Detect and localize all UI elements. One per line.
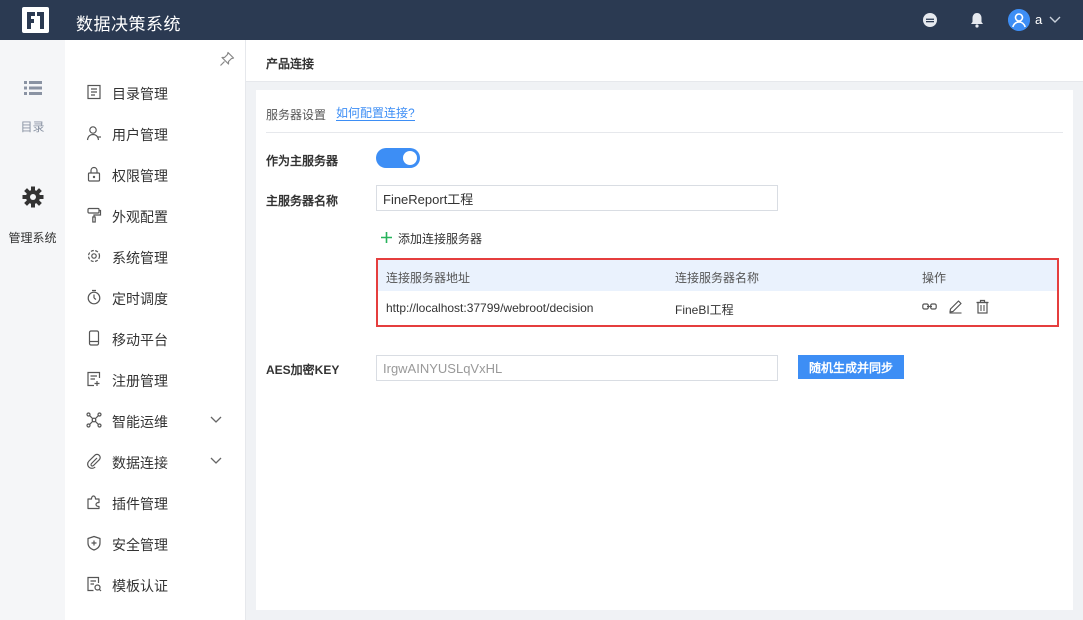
column-actions: 操作 [922, 271, 947, 285]
page-header: 产品连接 [246, 40, 1083, 82]
sidebar: 目录管理 用户管理 权限管理 外观配置 系统管理 定时调度 移动平台 注册管理 … [65, 40, 246, 620]
left-rail: 目录 管理系统 [0, 40, 65, 620]
main-content: 产品连接 服务器设置 如何配置连接? 作为主服务器 主服务器名称 添加连接服务器… [246, 40, 1083, 620]
sidebar-item-catalog[interactable]: 目录管理 [65, 72, 246, 113]
pin-icon[interactable] [219, 51, 235, 67]
sidebar-item-schedule[interactable]: 定时调度 [65, 277, 246, 318]
lock-icon [87, 166, 101, 182]
chevron-down-icon[interactable] [1048, 14, 1062, 26]
sidebar-item-label: 模板认证 [112, 578, 168, 594]
help-link[interactable]: 如何配置连接? [336, 106, 415, 121]
shield-icon [87, 535, 101, 551]
sidebar-item-permissions[interactable]: 权限管理 [65, 154, 246, 195]
network-icon [86, 412, 102, 428]
gear-icon [22, 186, 43, 208]
settings-panel: 服务器设置 如何配置连接? 作为主服务器 主服务器名称 添加连接服务器 连接服务… [256, 90, 1073, 610]
plus-icon [381, 232, 392, 243]
rail-label: 管理系统 [8, 231, 57, 245]
sidebar-item-label: 权限管理 [112, 168, 168, 184]
sidebar-item-label: 注册管理 [112, 373, 168, 389]
sidebar-item-label: 系统管理 [112, 250, 168, 266]
stopwatch-icon [87, 289, 101, 305]
sidebar-item-plugins[interactable]: 插件管理 [65, 482, 246, 523]
app-title: 数据决策系统 [76, 15, 181, 34]
sidebar-item-label: 定时调度 [112, 291, 168, 307]
edit-icon[interactable] [948, 299, 963, 314]
chevron-down-icon[interactable] [209, 455, 223, 467]
server-table: 连接服务器地址 连接服务器名称 操作 http://localhost:3779… [376, 258, 1059, 327]
sidebar-item-register[interactable]: 注册管理 [65, 359, 246, 400]
section-title: 服务器设置 [266, 108, 327, 122]
paint-roller-icon [87, 207, 102, 223]
mobile-icon [88, 330, 100, 346]
sidebar-item-users[interactable]: 用户管理 [65, 113, 246, 154]
sidebar-item-label: 目录管理 [112, 86, 168, 102]
sidebar-item-template-auth[interactable]: 模板认证 [65, 564, 246, 605]
minus-circle-icon[interactable] [921, 11, 939, 29]
user-icon [86, 126, 101, 141]
sidebar-item-ops[interactable]: 智能运维 [65, 400, 246, 441]
sidebar-item-appearance[interactable]: 外观配置 [65, 195, 246, 236]
column-name: 连接服务器名称 [675, 271, 760, 285]
rail-label: 目录 [20, 120, 45, 134]
page-title: 产品连接 [266, 57, 315, 71]
top-bar: 数据决策系统 a [0, 0, 1083, 40]
server-address: http://localhost:37799/webroot/decision [386, 301, 594, 315]
bell-icon[interactable] [968, 11, 986, 29]
rail-item-catalog[interactable]: 目录 [0, 78, 65, 135]
aes-key-input[interactable] [376, 355, 778, 381]
register-icon [87, 371, 101, 387]
sidebar-item-label: 外观配置 [112, 209, 168, 225]
list-icon [23, 81, 42, 95]
paperclip-icon [87, 453, 101, 469]
sidebar-item-label: 移动平台 [112, 332, 168, 348]
app-logo-icon[interactable] [22, 7, 49, 33]
sidebar-item-label: 插件管理 [112, 496, 168, 512]
master-name-input[interactable] [376, 185, 778, 211]
avatar-icon[interactable] [1008, 9, 1030, 31]
add-server-label: 添加连接服务器 [398, 232, 483, 246]
rail-item-management[interactable]: 管理系统 [0, 186, 65, 246]
master-server-toggle[interactable] [376, 148, 420, 168]
delete-icon[interactable] [975, 299, 990, 314]
user-name[interactable]: a [1035, 12, 1042, 27]
aes-key-label: AES加密KEY [266, 363, 340, 377]
server-name: FineBI工程 [675, 303, 734, 317]
master-server-label: 作为主服务器 [266, 154, 339, 168]
puzzle-icon [87, 495, 100, 510]
catalog-icon [87, 84, 101, 100]
generate-sync-button[interactable]: 随机生成并同步 [798, 355, 904, 379]
sidebar-item-system[interactable]: 系统管理 [65, 236, 246, 277]
column-address: 连接服务器地址 [386, 271, 471, 285]
sidebar-item-label: 智能运维 [112, 414, 168, 430]
sidebar-item-label: 安全管理 [112, 537, 168, 553]
chevron-down-icon[interactable] [209, 414, 223, 426]
sidebar-item-data-connection[interactable]: 数据连接 [65, 441, 246, 482]
master-name-label: 主服务器名称 [266, 194, 339, 208]
section-header: 服务器设置 如何配置连接? [266, 104, 1063, 133]
settings-icon [87, 249, 101, 263]
template-icon [87, 576, 102, 592]
sidebar-item-mobile[interactable]: 移动平台 [65, 318, 246, 359]
sidebar-item-security[interactable]: 安全管理 [65, 523, 246, 564]
sidebar-item-label: 用户管理 [112, 127, 168, 143]
sidebar-item-label: 数据连接 [112, 455, 168, 471]
table-header: 连接服务器地址 连接服务器名称 操作 [378, 260, 1057, 291]
link-icon[interactable] [922, 299, 937, 314]
toggle-knob [403, 151, 417, 165]
